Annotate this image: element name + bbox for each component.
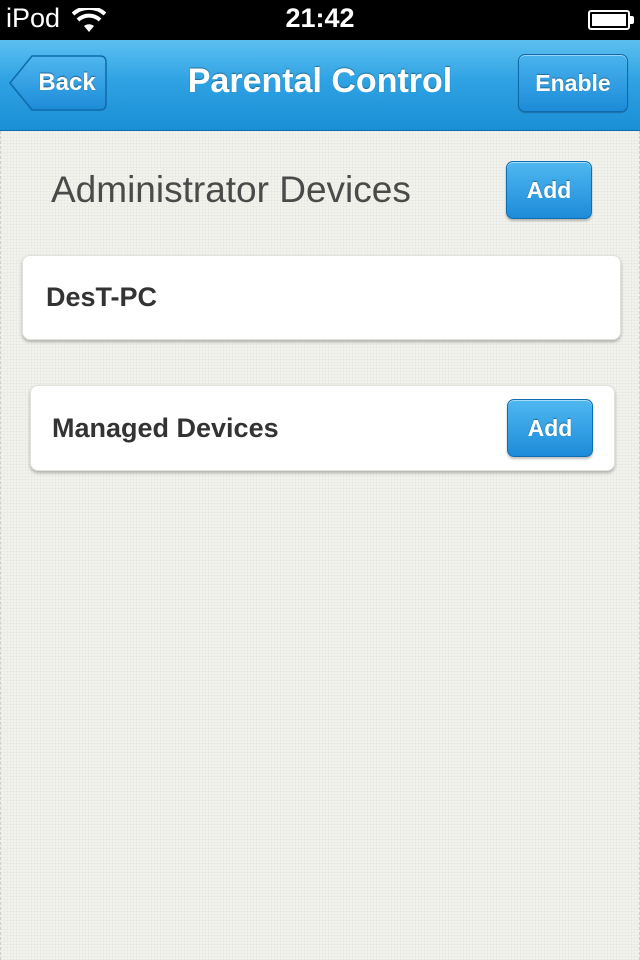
enable-button[interactable]: Enable (518, 54, 628, 112)
administrator-device-item[interactable]: DesT-PC (22, 255, 621, 340)
add-administrator-device-button[interactable]: Add (506, 161, 592, 219)
status-bar: iPod 21:42 (0, 0, 640, 40)
administrator-devices-title: Administrator Devices (51, 169, 411, 210)
battery-icon (588, 10, 634, 30)
add-managed-device-button[interactable]: Add (507, 399, 593, 457)
nav-bar: Back Parental Control Enable (0, 40, 640, 131)
managed-devices-title: Managed Devices (52, 413, 279, 443)
clock: 21:42 (285, 3, 355, 33)
content-area: Administrator Devices Add DesT-PC Manage… (0, 131, 640, 960)
managed-devices-section: Managed Devices Add (30, 385, 615, 471)
device-name: DesT-PC (46, 282, 158, 312)
